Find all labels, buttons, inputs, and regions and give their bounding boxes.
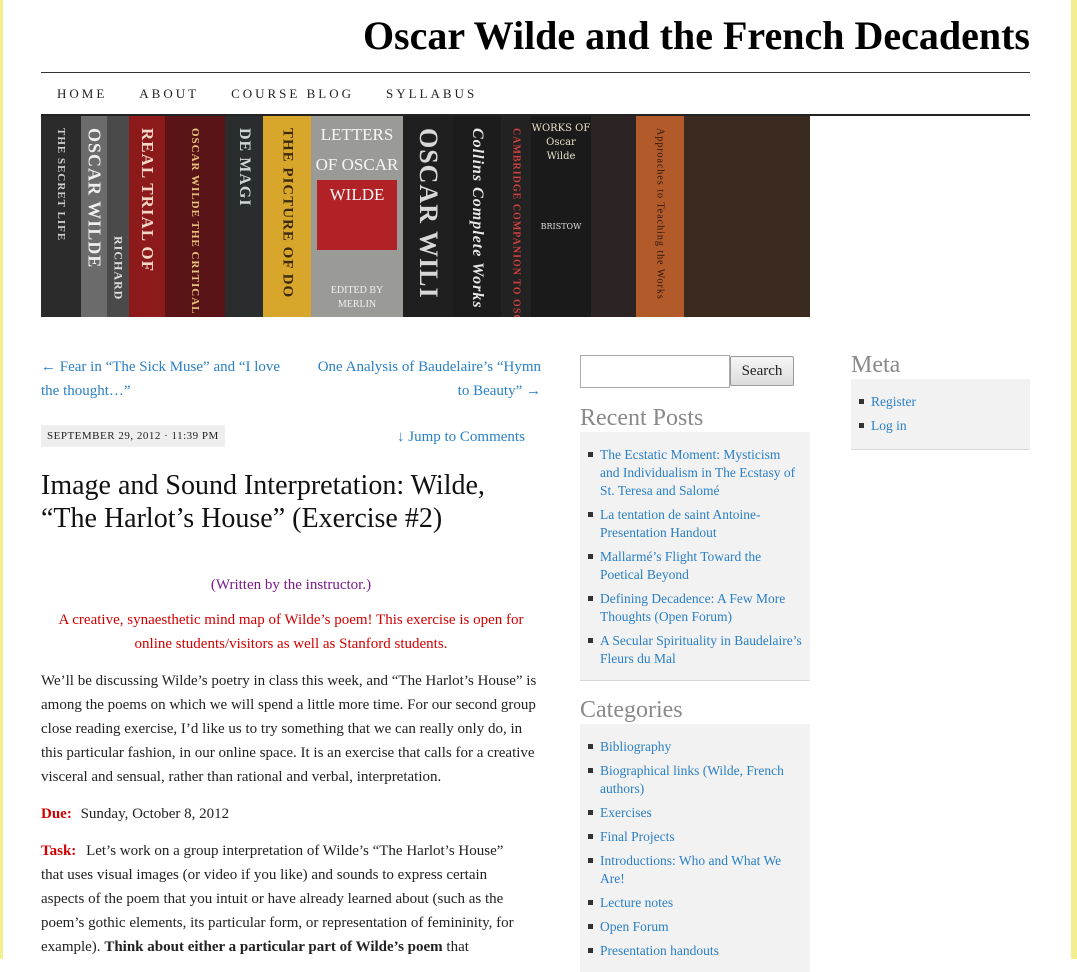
category-item: Bibliography: [588, 738, 802, 756]
book-spine: CAMBRIDGE COMPANION TO OSCAR WI: [501, 116, 531, 317]
sidebar-middle: Search Recent Posts The Ecstatic Moment:…: [580, 355, 810, 972]
category-item: Final Projects: [588, 828, 802, 846]
recent-post-link[interactable]: Defining Decadence: A Few More Thoughts …: [600, 591, 785, 624]
post-date[interactable]: SEPTEMBER 29, 2012 · 11:39 PM: [41, 425, 225, 447]
category-item: Exercises: [588, 804, 802, 822]
recent-post-link[interactable]: La tentation de saint Antoine- Presentat…: [600, 507, 760, 540]
book-spine: WORKS OF Oscar Wilde BRISTOW: [531, 116, 591, 317]
due-date-line: Due: Sunday, October 8, 2012: [41, 802, 541, 826]
recent-post-item: Defining Decadence: A Few More Thoughts …: [588, 590, 802, 626]
book-spine: REAL TRIAL OF: [129, 116, 165, 317]
category-link[interactable]: Final Projects: [600, 829, 675, 844]
task-tail-text: that: [446, 939, 469, 955]
recent-post-item: A Secular Spirituality in Baudelaire’s F…: [588, 632, 802, 668]
nav-about[interactable]: ABOUT: [139, 86, 199, 102]
category-item: Presentation handouts: [588, 942, 802, 960]
main-nav: HOME ABOUT COURSE BLOG SYLLABUS: [41, 86, 493, 102]
recent-post-item: La tentation de saint Antoine- Presentat…: [588, 506, 802, 542]
category-item: Biographical links (Wilde, French author…: [588, 762, 802, 798]
category-link[interactable]: Exercises: [600, 805, 652, 820]
intro-note: A creative, synaesthetic mind map of Wil…: [58, 612, 524, 652]
sidebar-right: Meta Register Log in: [851, 352, 1030, 450]
site-title[interactable]: Oscar Wilde and the French Decadents: [40, 8, 1030, 64]
due-label: Due:: [41, 806, 72, 822]
recent-posts-heading: Recent Posts: [580, 405, 704, 431]
recent-posts-widget: The Ecstatic Moment: Mysticism and Indiv…: [580, 432, 810, 681]
recent-post-link[interactable]: Mallarmé’s Flight Toward the Poetical Be…: [600, 549, 761, 582]
meta-widget: Register Log in: [851, 379, 1030, 450]
task-paragraph: Task: Let’s work on a group interpretati…: [41, 839, 521, 959]
recent-post-link[interactable]: The Ecstatic Moment: Mysticism and Indiv…: [600, 447, 795, 498]
meta-item: Register: [859, 393, 1022, 411]
book-spine-letters: LETTERS OF OSCAR WILDE EDITED BY MERLIN: [311, 116, 403, 317]
header-banner-image: THE SECRET LIFE OSCAR WILDE RICHARD REAL…: [41, 116, 810, 317]
book-spine: OSCAR WILDE THE CRITICAL HERITAGE: [165, 116, 225, 317]
recent-post-link[interactable]: A Secular Spirituality in Baudelaire’s F…: [600, 633, 802, 666]
post-meta: SEPTEMBER 29, 2012 · 11:39 PM ↓ Jump to …: [41, 425, 541, 455]
book-spine: THE SECRET LIFE: [41, 116, 81, 317]
search-button[interactable]: Search: [730, 356, 794, 386]
jump-to-comments-link[interactable]: ↓ Jump to Comments: [397, 429, 525, 446]
category-link[interactable]: Introductions: Who and What We Are!: [600, 853, 781, 886]
nav-course-blog[interactable]: COURSE BLOG: [231, 86, 354, 102]
post-content: ← Fear in “The Sick Muse” and “I love th…: [41, 355, 541, 959]
book-spine: THE PICTURE OF DO: [263, 116, 311, 317]
category-link[interactable]: Open Forum: [600, 919, 669, 934]
task-label: Task:: [41, 843, 77, 859]
recent-post-item: Mallarmé’s Flight Toward the Poetical Be…: [588, 548, 802, 584]
category-link[interactable]: Lecture notes: [600, 895, 673, 910]
task-bold-text: Think about either a particular part of …: [104, 939, 443, 955]
page-frame-left: [0, 0, 3, 959]
post-paragraph: We’ll be discussing Wilde’s poetry in cl…: [41, 673, 537, 785]
categories-widget: Bibliography Biographical links (Wilde, …: [580, 724, 810, 972]
search-form: Search: [580, 355, 810, 405]
nav-syllabus[interactable]: SYLLABUS: [386, 86, 477, 102]
login-link[interactable]: Log in: [871, 418, 907, 433]
nav-home[interactable]: HOME: [57, 86, 107, 102]
book-spine: Collins Complete Works: [453, 116, 501, 317]
book-spine: OSCAR WILDE: [81, 116, 107, 317]
written-by-note: (Written by the instructor.): [210, 577, 372, 593]
book-spine: OSCAR WILI: [403, 116, 453, 317]
post-title: Image and Sound Interpretation: Wilde, “…: [41, 470, 485, 534]
search-input[interactable]: [580, 355, 730, 388]
book-spine: Approaches to Teaching the Works: [636, 116, 684, 317]
register-link[interactable]: Register: [871, 394, 916, 409]
book-spine: RICHARD: [107, 116, 129, 317]
page-frame-right: [1071, 0, 1077, 959]
category-item: Introductions: Who and What We Are!: [588, 852, 802, 888]
nav-divider-top: [41, 72, 1030, 73]
book-spine: DE MAGI: [225, 116, 263, 317]
recent-post-item: The Ecstatic Moment: Mysticism and Indiv…: [588, 446, 802, 500]
meta-item: Log in: [859, 417, 1022, 435]
category-item: Open Forum: [588, 918, 802, 936]
next-post-link[interactable]: One Analysis of Baudelaire’s “Hymn to Be…: [311, 355, 541, 403]
categories-heading: Categories: [580, 697, 683, 723]
meta-heading: Meta: [851, 352, 901, 378]
category-link[interactable]: Bibliography: [600, 739, 671, 754]
category-link[interactable]: Presentation handouts: [600, 943, 719, 958]
category-link[interactable]: Biographical links (Wilde, French author…: [600, 763, 784, 796]
due-value: Sunday, October 8, 2012: [80, 806, 230, 822]
book-spine: [591, 116, 636, 317]
post-navigation: ← Fear in “The Sick Muse” and “I love th…: [41, 355, 541, 415]
category-item: Lecture notes: [588, 894, 802, 912]
previous-post-link[interactable]: ← Fear in “The Sick Muse” and “I love th…: [41, 355, 291, 403]
